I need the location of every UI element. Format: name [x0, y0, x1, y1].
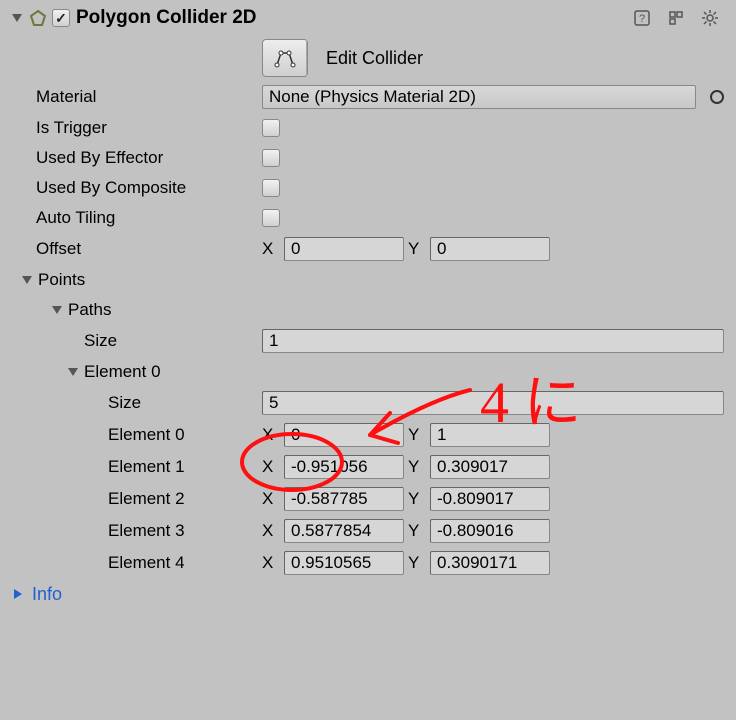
object-picker-icon[interactable] [710, 90, 724, 104]
x-label: X [262, 457, 280, 477]
enable-checkbox[interactable] [52, 9, 70, 27]
edit-collider-icon [263, 40, 307, 76]
paths-foldout-icon[interactable] [52, 306, 62, 314]
gear-icon[interactable] [700, 8, 720, 28]
preset-icon[interactable] [666, 8, 686, 28]
svg-text:?: ? [639, 13, 645, 25]
point-x-field[interactable]: 0 [284, 423, 404, 447]
component-title: Polygon Collider 2D [76, 7, 632, 29]
polygon-icon [28, 8, 48, 28]
point-row: Element 0X0Y1 [4, 419, 732, 451]
point-y-field[interactable]: -0.809016 [430, 519, 550, 543]
x-label: X [262, 425, 280, 445]
component-header[interactable]: Polygon Collider 2D ? [4, 4, 732, 35]
point-row-label: Element 4 [12, 553, 262, 573]
x-label: X [262, 553, 280, 573]
info-label[interactable]: Info [28, 584, 62, 605]
material-label: Material [12, 87, 262, 107]
point-y-field[interactable]: 0.3090171 [430, 551, 550, 575]
paths-size-label: Size [12, 331, 262, 351]
offset-y-field[interactable]: 0 [430, 237, 550, 261]
info-foldout-icon[interactable] [14, 589, 22, 599]
material-field[interactable]: None (Physics Material 2D) [262, 85, 696, 109]
y-label: Y [408, 553, 426, 573]
x-label: X [262, 521, 280, 541]
auto-tiling-checkbox[interactable] [262, 209, 280, 227]
paths-label: Paths [68, 300, 111, 320]
offset-x-field[interactable]: 0 [284, 237, 404, 261]
point-row-label: Element 0 [12, 425, 262, 445]
points-label: Points [38, 270, 85, 290]
point-x-field[interactable]: 0.5877854 [284, 519, 404, 543]
y-label: Y [408, 425, 426, 445]
used-by-effector-label: Used By Effector [12, 148, 262, 168]
point-row: Element 4X0.9510565Y0.3090171 [4, 547, 732, 579]
point-x-field[interactable]: 0.9510565 [284, 551, 404, 575]
edit-collider-button[interactable] [262, 39, 308, 77]
used-by-composite-label: Used By Composite [12, 178, 262, 198]
point-row-label: Element 2 [12, 489, 262, 509]
y-label: Y [408, 489, 426, 509]
element0-label: Element 0 [84, 362, 161, 382]
element0-size-field[interactable]: 5 [262, 391, 724, 415]
point-row-label: Element 1 [12, 457, 262, 477]
point-row: Element 1X-0.951056Y0.309017 [4, 451, 732, 483]
point-row: Element 3X0.5877854Y-0.809016 [4, 515, 732, 547]
x-label: X [262, 239, 280, 259]
point-x-field[interactable]: -0.951056 [284, 455, 404, 479]
point-x-field[interactable]: -0.587785 [284, 487, 404, 511]
used-by-composite-checkbox[interactable] [262, 179, 280, 197]
point-y-field[interactable]: 0.309017 [430, 455, 550, 479]
is-trigger-label: Is Trigger [12, 118, 262, 138]
y-label: Y [408, 521, 426, 541]
edit-collider-label: Edit Collider [312, 48, 437, 69]
y-label: Y [408, 457, 426, 477]
offset-label: Offset [12, 239, 262, 259]
point-row: Element 2X-0.587785Y-0.809017 [4, 483, 732, 515]
is-trigger-checkbox[interactable] [262, 119, 280, 137]
foldout-icon[interactable] [12, 14, 22, 22]
element0-foldout-icon[interactable] [68, 368, 78, 376]
x-label: X [262, 489, 280, 509]
point-y-field[interactable]: -0.809017 [430, 487, 550, 511]
element0-size-label: Size [12, 393, 262, 413]
help-icon[interactable]: ? [632, 8, 652, 28]
point-y-field[interactable]: 1 [430, 423, 550, 447]
auto-tiling-label: Auto Tiling [12, 208, 262, 228]
used-by-effector-checkbox[interactable] [262, 149, 280, 167]
paths-size-field[interactable]: 1 [262, 329, 724, 353]
y-label: Y [408, 239, 426, 259]
point-row-label: Element 3 [12, 521, 262, 541]
points-foldout-icon[interactable] [22, 276, 32, 284]
